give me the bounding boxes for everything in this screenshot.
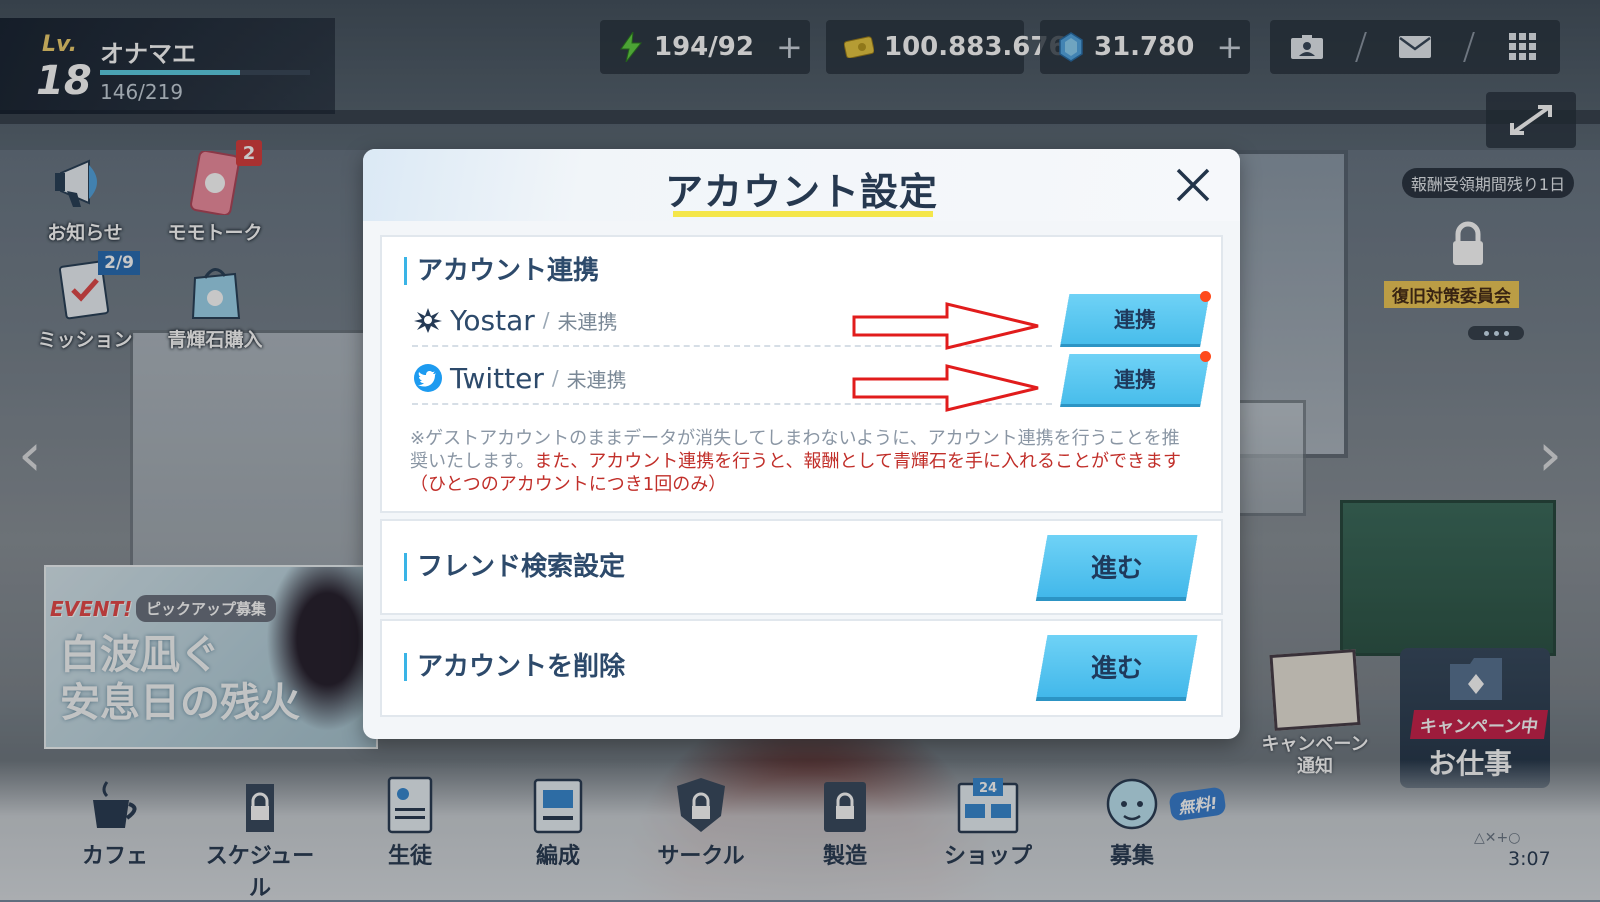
yostar-link-label: 連携: [1114, 308, 1156, 332]
notification-dot: [1200, 351, 1211, 362]
separator: /: [542, 308, 550, 332]
red-annotation-arrow: [852, 364, 1039, 412]
yostar-status: 未連携: [557, 309, 618, 334]
account-settings-dialog: アカウント設定 アカウント連携 Yostar / 未連携 連携 Twitter …: [363, 149, 1240, 739]
close-icon: [1176, 168, 1210, 202]
dialog-title: アカウント設定: [664, 170, 938, 214]
account-link-title: アカウント連携: [404, 257, 599, 285]
friend-search-section: フレンド検索設定 進む: [380, 519, 1223, 615]
delete-account-section: アカウントを削除 進む: [380, 619, 1223, 717]
yostar-name: Yostar: [450, 303, 535, 337]
account-link-note: ※ゲストアカウントのままデータが消失してしまわないように、アカウント連携を行うこ…: [410, 427, 1195, 496]
title-underline: [673, 211, 933, 217]
delete-account-proceed-button[interactable]: 進む: [1036, 635, 1198, 697]
twitter-status: 未連携: [566, 367, 627, 392]
twitter-link-label: 連携: [1114, 368, 1156, 392]
friend-search-title: フレンド検索設定: [404, 553, 625, 581]
notification-dot: [1200, 291, 1211, 302]
twitter-link-button[interactable]: 連携: [1060, 354, 1210, 404]
delete-account-title: アカウントを削除: [404, 653, 625, 681]
close-button[interactable]: [1171, 163, 1215, 207]
dialog-header: アカウント設定: [363, 149, 1240, 221]
yostar-logo-icon: [412, 304, 444, 336]
delete-account-proceed-label: 進む: [1090, 653, 1143, 684]
friend-search-proceed-button[interactable]: 進む: [1036, 535, 1198, 597]
account-link-section: アカウント連携 Yostar / 未連携 連携 Twitter / 未連携 連携: [380, 235, 1223, 513]
yostar-link-button[interactable]: 連携: [1060, 294, 1210, 344]
twitter-name: Twitter: [450, 361, 544, 395]
twitter-logo-icon: [412, 362, 444, 394]
friend-search-proceed-label: 進む: [1090, 553, 1143, 584]
red-annotation-arrow: [852, 302, 1039, 350]
separator: /: [551, 366, 559, 390]
